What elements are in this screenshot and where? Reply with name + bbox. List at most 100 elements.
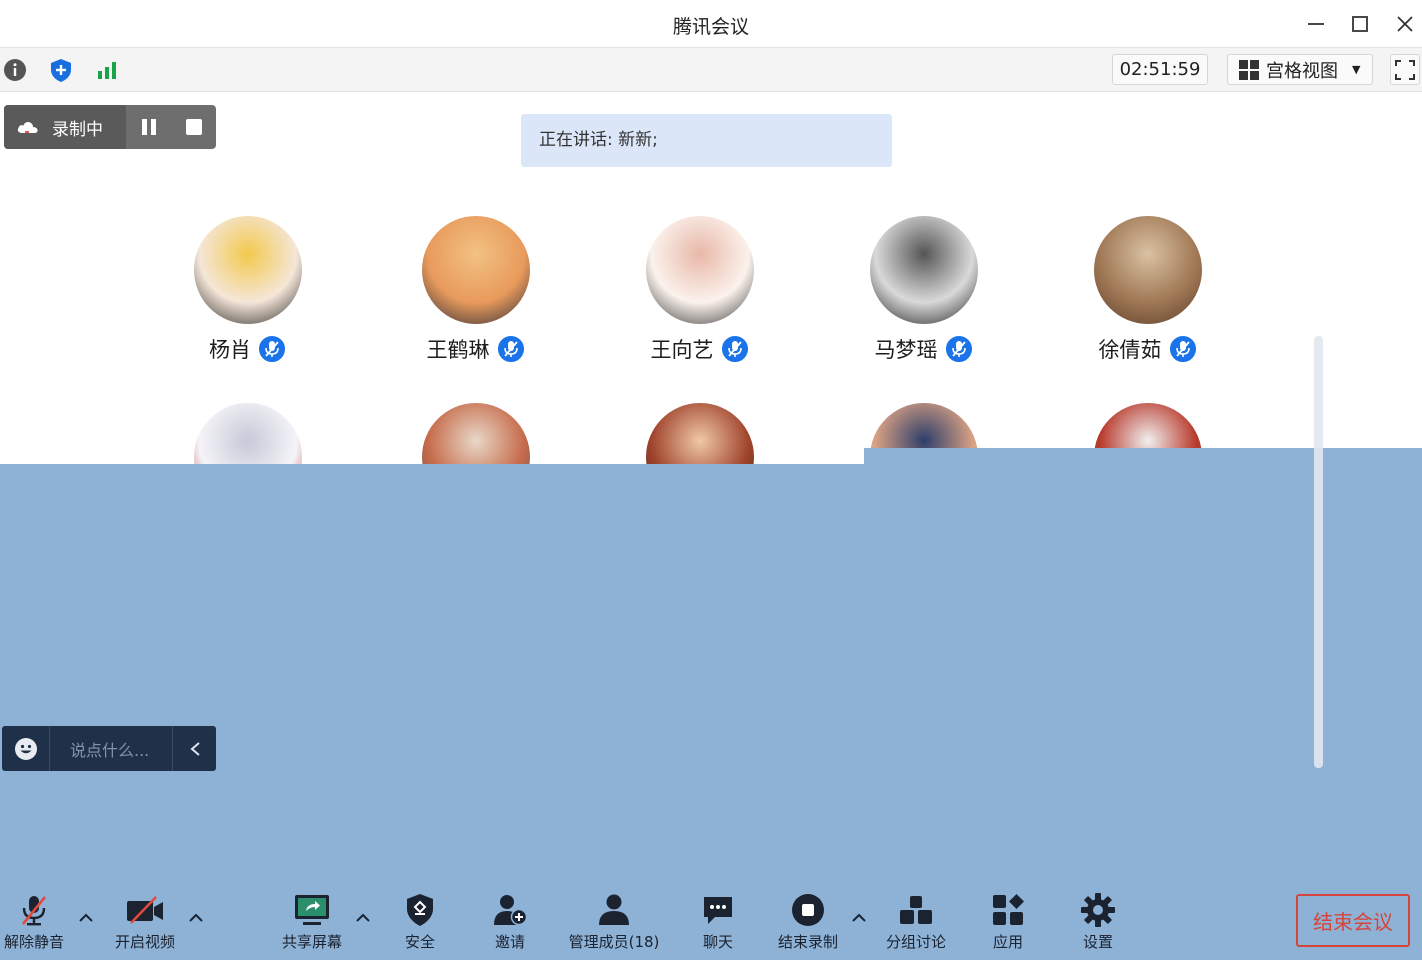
chevron-left-icon xyxy=(189,741,200,756)
shield-lock-icon xyxy=(407,894,433,926)
share-screen-icon xyxy=(295,895,329,925)
muted-mic-icon xyxy=(1167,334,1198,364)
fullscreen-icon xyxy=(1395,59,1415,80)
chat-label: 聊天 xyxy=(702,933,733,951)
breakout-label: 分组讨论 xyxy=(885,933,946,951)
video-options-chevron[interactable] xyxy=(188,910,204,926)
participant-name: 徐倩茹 xyxy=(1098,338,1162,362)
active-speaker-banner: 正在讲话: 新新; xyxy=(521,114,892,167)
participant-name-row: 杨肖 xyxy=(138,334,358,364)
meeting-toolbar: 02:51:59 宫格视图 ▼ xyxy=(0,48,1422,92)
unmute-label: 解除静音 xyxy=(3,933,64,951)
record-options-chevron[interactable] xyxy=(851,910,867,926)
stop-record-icon xyxy=(792,894,824,926)
unmute-button[interactable]: 解除静音 xyxy=(0,892,68,956)
emoji-button[interactable] xyxy=(2,726,50,771)
collapse-chat-button[interactable] xyxy=(172,726,216,771)
stop-recording-main-button[interactable]: 结束录制 xyxy=(772,892,844,956)
share-screen-label: 共享屏幕 xyxy=(281,933,342,951)
settings-label: 设置 xyxy=(1082,933,1113,951)
close-icon xyxy=(1397,16,1413,32)
muted-mic-icon xyxy=(719,334,750,364)
view-layout-label: 宫格视图 xyxy=(1266,60,1338,82)
start-video-button[interactable]: 开启视频 xyxy=(106,892,184,956)
participant-name-row: 王向艺 xyxy=(590,334,810,364)
chat-icon xyxy=(704,897,732,924)
recording-status: 录制中 xyxy=(4,105,126,149)
microphone-muted-icon xyxy=(21,896,47,926)
selection-overlay-edge xyxy=(864,448,1422,465)
shield-icon xyxy=(51,59,71,82)
share-screen-button[interactable]: 共享屏幕 xyxy=(272,892,352,956)
stop-icon xyxy=(185,119,202,135)
add-user-icon xyxy=(494,895,528,926)
audio-options-chevron[interactable] xyxy=(78,910,94,926)
end-meeting-button[interactable]: 结束会议 xyxy=(1296,894,1410,947)
recording-label: 录制中 xyxy=(52,119,103,140)
apps-button[interactable]: 应用 xyxy=(986,892,1030,956)
members-icon xyxy=(599,894,629,925)
selection-overlay xyxy=(0,464,1422,960)
participant-name: 杨肖 xyxy=(209,338,251,362)
quick-chat-bar[interactable]: 说点什么... xyxy=(2,726,216,771)
settings-button[interactable]: 设置 xyxy=(1076,892,1120,956)
maximize-icon xyxy=(1352,16,1368,32)
invite-label: 邀请 xyxy=(494,933,525,951)
participant-tile[interactable]: 马梦瑶 xyxy=(814,216,1034,386)
avatar xyxy=(1094,216,1202,324)
invite-button[interactable]: 邀请 xyxy=(486,892,534,956)
share-options-chevron[interactable] xyxy=(355,910,371,926)
info-button[interactable] xyxy=(0,56,30,84)
breakout-icon xyxy=(900,896,932,924)
participant-name-row: 徐倩茹 xyxy=(1038,334,1258,364)
emoji-icon xyxy=(14,737,37,760)
avatar xyxy=(870,216,978,324)
fullscreen-button[interactable] xyxy=(1390,54,1420,85)
chevron-up-icon xyxy=(852,913,866,922)
avatar xyxy=(194,216,302,324)
participant-tile[interactable]: 王向艺 xyxy=(590,216,810,386)
cloud-icon xyxy=(17,121,38,133)
pause-recording-button[interactable] xyxy=(126,105,171,149)
participant-name-row: 王鹤琳 xyxy=(366,334,586,364)
network-signal-button[interactable] xyxy=(92,56,122,84)
minimize-button[interactable] xyxy=(1302,10,1330,38)
manage-members-label: 管理成员(18) xyxy=(568,933,660,951)
muted-mic-icon xyxy=(257,334,287,364)
participant-name-row: 马梦瑶 xyxy=(814,334,1034,364)
avatar xyxy=(646,216,754,324)
participant-tile[interactable]: 杨肖 xyxy=(138,216,358,386)
window-title: 腾讯会议 xyxy=(672,16,749,38)
security-shield-button[interactable] xyxy=(46,56,76,84)
avatar xyxy=(422,216,530,324)
grid-icon xyxy=(1239,59,1259,80)
meeting-timer: 02:51:59 xyxy=(1112,54,1208,85)
close-button[interactable] xyxy=(1391,10,1419,38)
info-icon xyxy=(4,59,26,81)
breakout-rooms-button[interactable]: 分组讨论 xyxy=(880,892,952,956)
chat-button[interactable]: 聊天 xyxy=(696,892,740,956)
minimize-icon xyxy=(1308,23,1324,25)
start-video-label: 开启视频 xyxy=(114,933,175,951)
security-label: 安全 xyxy=(404,933,435,951)
pause-icon xyxy=(141,119,156,135)
stop-recording-button[interactable] xyxy=(171,105,216,149)
grid-scrollbar[interactable] xyxy=(1314,336,1323,768)
muted-mic-icon xyxy=(495,334,526,364)
chevron-up-icon xyxy=(189,913,203,922)
maximize-button[interactable] xyxy=(1346,10,1374,38)
chat-input[interactable]: 说点什么... xyxy=(50,737,172,761)
participant-name: 马梦瑶 xyxy=(874,338,938,362)
manage-members-button[interactable]: 管理成员(18) xyxy=(562,892,666,956)
participant-tile[interactable]: 王鹤琳 xyxy=(366,216,586,386)
apps-icon xyxy=(993,894,1024,925)
participant-tile[interactable]: 徐倩茹 xyxy=(1038,216,1258,386)
recording-indicator: 录制中 xyxy=(4,105,216,149)
muted-mic-icon xyxy=(943,334,974,364)
view-layout-dropdown[interactable]: 宫格视图 ▼ xyxy=(1227,54,1373,85)
participant-name: 王向艺 xyxy=(650,338,714,362)
signal-icon xyxy=(98,62,116,79)
security-button[interactable]: 安全 xyxy=(396,892,444,956)
gear-icon xyxy=(1081,893,1115,927)
participant-name: 王鹤琳 xyxy=(426,338,490,362)
